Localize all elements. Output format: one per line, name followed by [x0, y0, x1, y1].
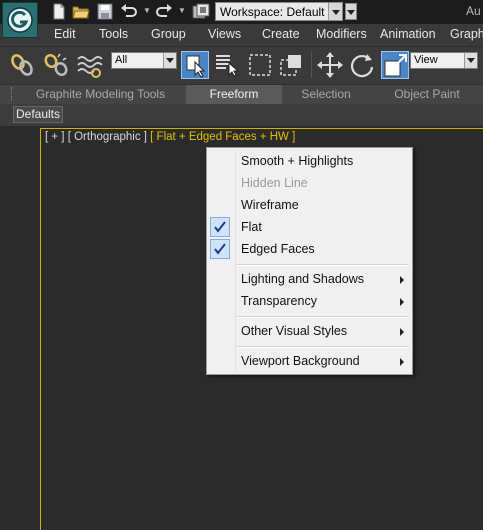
menu-group[interactable]: Group	[151, 27, 186, 41]
ribbon-grip-handle[interactable]	[11, 87, 16, 101]
ribbon-panel	[0, 104, 483, 126]
menu-item-lighting-shadows[interactable]: Lighting and Shadows	[207, 268, 412, 290]
open-file-icon[interactable]	[72, 3, 90, 20]
new-file-icon[interactable]	[50, 3, 68, 20]
region-select-icon[interactable]	[246, 51, 274, 79]
menu-separator	[237, 264, 409, 266]
bind-space-warp-icon[interactable]	[76, 51, 104, 79]
menu-views[interactable]: Views	[208, 27, 241, 41]
select-by-name-icon[interactable]	[213, 51, 241, 79]
undo-dropdown-icon[interactable]: ▼	[143, 6, 151, 16]
menu-item-flat[interactable]: Flat	[207, 216, 412, 238]
chevron-down-icon	[163, 53, 176, 68]
menu-separator	[237, 316, 409, 318]
shading-context-menu: Smooth + Highlights Hidden Line Wirefram…	[206, 147, 413, 375]
workspace-label: Workspace: Default	[220, 5, 325, 19]
app-logo-icon	[7, 7, 33, 33]
redo-dropdown-icon[interactable]: ▼	[178, 6, 186, 16]
reference-coordinate-value: View	[414, 54, 438, 66]
workspace-dropdown[interactable]: Workspace: Default	[215, 2, 343, 21]
application-button[interactable]	[2, 2, 38, 38]
submenu-arrow-icon	[400, 276, 404, 284]
menu-tools[interactable]: Tools	[99, 27, 128, 41]
undo-icon[interactable]	[120, 3, 138, 20]
viewport-menu-plus[interactable]: [ + ]	[45, 131, 65, 143]
viewport-shading-label[interactable]: [ Flat + Edged Faces + HW ]	[150, 131, 295, 143]
menu-item-edged-faces[interactable]: Edged Faces	[207, 238, 412, 260]
save-file-icon[interactable]	[96, 3, 114, 20]
menu-item-other-visual-styles[interactable]: Other Visual Styles	[207, 320, 412, 342]
chevron-down-icon	[328, 3, 342, 20]
select-cursor-icon	[186, 55, 206, 78]
selection-filter-dropdown[interactable]: All	[111, 52, 177, 69]
left-command-strip	[0, 128, 39, 530]
chevron-down-icon	[464, 53, 477, 68]
menu-graph[interactable]: Graph	[450, 27, 483, 41]
submenu-arrow-icon	[400, 298, 404, 306]
selection-filter-value: All	[115, 54, 128, 66]
menu-item-smooth-highlights[interactable]: Smooth + Highlights	[207, 150, 412, 172]
menu-animation[interactable]: Animation	[380, 27, 436, 41]
tab-selection[interactable]: Selection	[282, 85, 370, 104]
submenu-arrow-icon	[400, 358, 404, 366]
defaults-button[interactable]: Defaults	[13, 106, 63, 123]
menu-edit[interactable]: Edit	[54, 27, 76, 41]
window-title: Au	[466, 4, 481, 18]
menu-create[interactable]: Create	[262, 27, 300, 41]
link-icon[interactable]	[8, 51, 36, 79]
project-folder-icon[interactable]	[192, 3, 210, 20]
toolbar-divider	[311, 52, 312, 78]
menu-item-viewport-background[interactable]: Viewport Background	[207, 350, 412, 372]
unlink-icon[interactable]	[42, 51, 70, 79]
select-object-button[interactable]	[181, 51, 209, 79]
customize-quick-access-button[interactable]	[345, 3, 357, 20]
menu-modifiers[interactable]: Modifiers	[316, 27, 367, 41]
tab-freeform[interactable]: Freeform	[186, 85, 282, 104]
redo-icon[interactable]	[155, 3, 173, 20]
checkmark-icon	[210, 217, 230, 237]
submenu-arrow-icon	[400, 328, 404, 336]
viewport-view-label[interactable]: [ Orthographic ]	[68, 131, 147, 143]
checkmark-icon	[210, 239, 230, 259]
move-icon[interactable]	[316, 51, 344, 79]
scale-icon	[384, 54, 407, 77]
menu-item-transparency[interactable]: Transparency	[207, 290, 412, 312]
reference-coordinate-dropdown[interactable]: View	[410, 52, 478, 69]
rotate-icon[interactable]	[348, 51, 376, 79]
scale-button[interactable]	[381, 51, 409, 79]
menu-item-hidden-line: Hidden Line	[241, 176, 308, 190]
tab-object-paint[interactable]: Object Paint	[372, 85, 482, 104]
tab-graphite-modeling-tools[interactable]: Graphite Modeling Tools	[18, 85, 183, 104]
menu-item-wireframe[interactable]: Wireframe	[207, 194, 412, 216]
menu-separator	[237, 346, 409, 348]
viewport-label: [ + ] [ Orthographic ] [ Flat + Edged Fa…	[45, 131, 295, 143]
window-crossing-icon[interactable]	[278, 51, 306, 79]
